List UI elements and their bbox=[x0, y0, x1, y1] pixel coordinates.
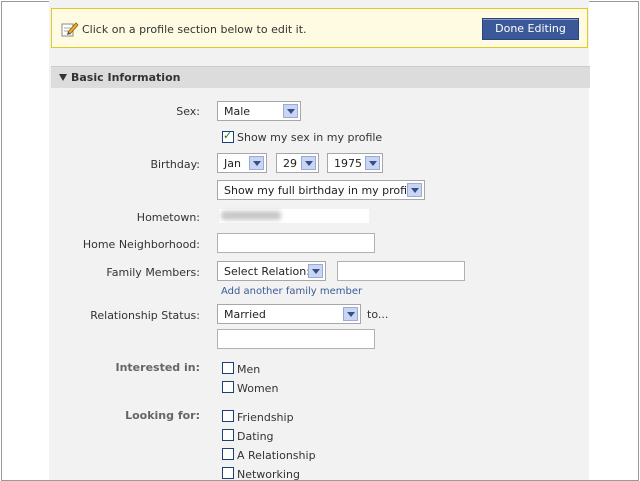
looking-networking-checkbox[interactable] bbox=[222, 467, 234, 479]
chevron-down-icon bbox=[365, 156, 380, 170]
interested-label: Interested in: bbox=[115, 361, 201, 374]
birthday-month-value: Jan bbox=[224, 157, 241, 170]
relationship-label: Relationship Status: bbox=[90, 309, 200, 322]
chevron-down-icon bbox=[249, 156, 264, 170]
family-relation-value: Select Relation: bbox=[224, 265, 310, 278]
family-relation-select[interactable]: Select Relation: bbox=[217, 261, 326, 281]
sex-label: Sex: bbox=[176, 105, 200, 118]
looking-dating-checkbox[interactable] bbox=[222, 429, 234, 441]
show-sex-label: Show my sex in my profile bbox=[237, 131, 383, 144]
show-sex-checkbox[interactable] bbox=[222, 129, 234, 143]
relationship-to-label: to... bbox=[367, 308, 389, 321]
looking-label: Looking for: bbox=[125, 409, 200, 422]
redacted-text bbox=[221, 211, 281, 220]
looking-dating-label: Dating bbox=[237, 430, 274, 443]
basic-information-header[interactable]: Basic Information bbox=[51, 66, 590, 88]
birthday-month-select[interactable]: Jan bbox=[217, 153, 267, 173]
chevron-down-icon bbox=[301, 156, 316, 170]
birthday-label: Birthday: bbox=[150, 158, 200, 171]
birthday-year-value: 1975 bbox=[334, 157, 362, 170]
looking-relationship-checkbox[interactable] bbox=[222, 448, 234, 460]
interested-women-checkbox[interactable] bbox=[222, 381, 234, 393]
interested-women-label: Women bbox=[237, 382, 279, 395]
section-title: Basic Information bbox=[71, 71, 181, 84]
looking-friendship-checkbox[interactable] bbox=[222, 410, 234, 422]
interested-men-label: Men bbox=[237, 363, 261, 376]
birthday-day-select[interactable]: 29 bbox=[276, 153, 319, 173]
neighborhood-input[interactable] bbox=[217, 233, 375, 253]
relationship-partner-input[interactable] bbox=[217, 329, 375, 349]
hometown-label: Hometown: bbox=[136, 211, 200, 224]
birthday-year-select[interactable]: 1975 bbox=[327, 153, 383, 173]
notice-message: Click on a profile section below to edit… bbox=[82, 23, 307, 36]
sex-select[interactable]: Male bbox=[217, 101, 301, 121]
family-label: Family Members: bbox=[106, 266, 200, 279]
chevron-down-icon bbox=[283, 104, 298, 118]
chevron-down-icon bbox=[308, 264, 323, 278]
pencil-icon bbox=[61, 22, 79, 37]
interested-men-checkbox[interactable] bbox=[222, 362, 234, 374]
looking-networking-label: Networking bbox=[237, 468, 300, 481]
neighborhood-label: Home Neighborhood: bbox=[82, 238, 200, 251]
birthday-visibility-select[interactable]: Show my full birthday in my profile. bbox=[217, 180, 425, 200]
sex-value: Male bbox=[224, 105, 251, 118]
chevron-down-icon bbox=[407, 183, 422, 197]
add-family-member-link[interactable]: Add another family member bbox=[221, 286, 362, 297]
family-name-input[interactable] bbox=[337, 261, 465, 281]
chevron-down-icon bbox=[343, 307, 358, 321]
looking-relationship-label: A Relationship bbox=[237, 449, 316, 462]
looking-friendship-label: Friendship bbox=[237, 411, 294, 424]
done-editing-button[interactable]: Done Editing bbox=[482, 18, 579, 40]
edit-notice-bar: Click on a profile section below to edit… bbox=[51, 8, 588, 48]
hometown-field-redacted[interactable] bbox=[219, 209, 369, 223]
relationship-select[interactable]: Married bbox=[217, 304, 361, 324]
birthday-day-value: 29 bbox=[283, 157, 297, 170]
relationship-value: Married bbox=[224, 308, 266, 321]
birthday-visibility-value: Show my full birthday in my profile. bbox=[224, 184, 421, 197]
triangle-down-icon bbox=[59, 74, 67, 81]
